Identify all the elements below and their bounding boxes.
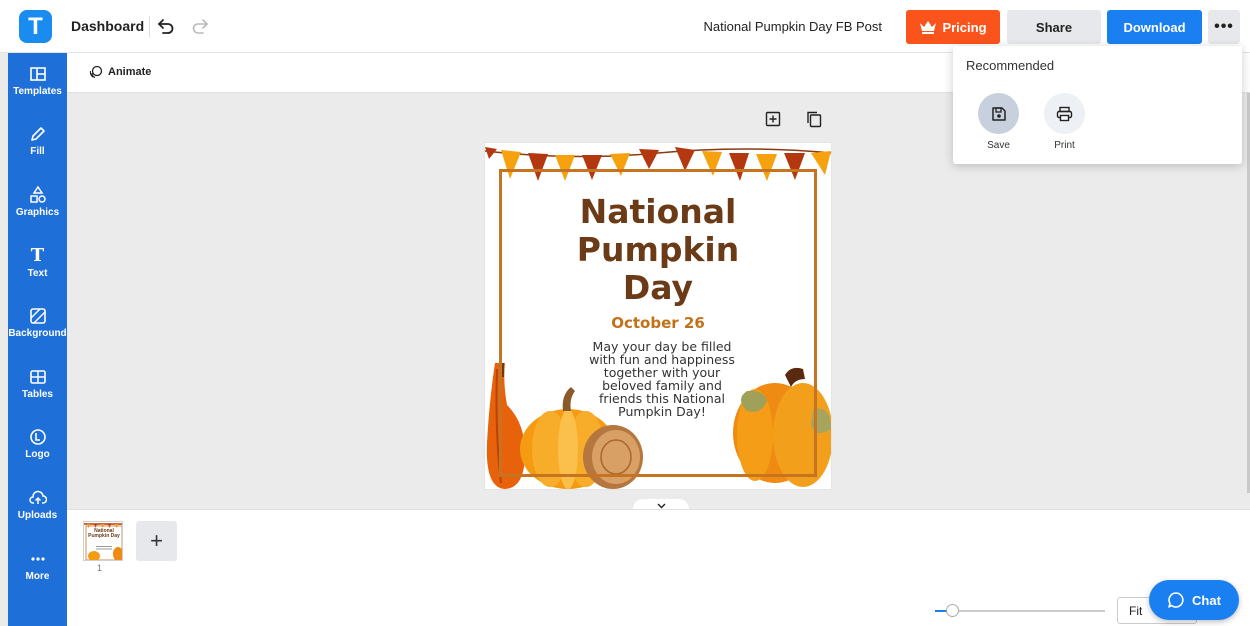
sidebar-item-more[interactable]: More bbox=[8, 550, 67, 605]
download-options-panel: Recommended Save Print bbox=[953, 46, 1242, 164]
pricing-label: Pricing bbox=[942, 19, 987, 35]
crown-icon bbox=[920, 21, 937, 34]
animate-button[interactable]: Animate bbox=[89, 65, 151, 79]
more-options-button[interactable]: ••• bbox=[1208, 10, 1240, 44]
pages-panel: National Pumpkin Day 1 + Fit bbox=[67, 509, 1250, 626]
add-page-icon[interactable] bbox=[764, 110, 782, 128]
sidebar-item-fill[interactable]: Fill bbox=[8, 125, 67, 180]
chat-bubble-icon bbox=[1168, 592, 1184, 608]
sidebar-item-tables[interactable]: Tables bbox=[8, 368, 67, 423]
sidebar-item-label: Graphics bbox=[15, 207, 60, 218]
download-button[interactable]: Download bbox=[1107, 10, 1202, 44]
background-icon bbox=[29, 308, 46, 324]
divider bbox=[149, 16, 150, 37]
save-icon bbox=[991, 106, 1006, 121]
print-button[interactable] bbox=[1044, 93, 1085, 134]
zoom-slider-handle[interactable] bbox=[946, 604, 959, 617]
animate-label: Animate bbox=[108, 66, 152, 78]
shapes-icon bbox=[29, 186, 46, 203]
table-icon bbox=[29, 370, 46, 384]
page-number: 1 bbox=[97, 563, 103, 573]
sidebar-item-logo[interactable]: Logo bbox=[8, 428, 67, 483]
save-label: Save bbox=[987, 140, 1010, 151]
sidebar-item-label: Uploads bbox=[17, 510, 58, 521]
sidebar-item-label: Background bbox=[8, 328, 67, 339]
save-option[interactable]: Save bbox=[978, 93, 1019, 151]
chat-button[interactable]: Chat bbox=[1149, 580, 1239, 620]
design-title-line: National bbox=[579, 192, 737, 231]
design-date[interactable]: October 26 bbox=[485, 314, 831, 332]
chat-label: Chat bbox=[1192, 592, 1221, 608]
logo-icon bbox=[29, 429, 46, 445]
sidebar-item-label: Fill bbox=[30, 146, 45, 157]
sidebar-item-label: Templates bbox=[13, 86, 62, 97]
pricing-button[interactable]: Pricing bbox=[906, 10, 1000, 44]
sidebar-item-templates[interactable]: Templates bbox=[8, 65, 67, 120]
sidebar-item-text[interactable]: T Text bbox=[8, 247, 67, 302]
share-button[interactable]: Share bbox=[1007, 10, 1101, 44]
sidebar-item-label: More bbox=[25, 571, 50, 582]
design-body-line: Pumpkin Day! bbox=[618, 404, 706, 419]
cloud-upload-icon bbox=[28, 490, 47, 504]
sidebar-item-background[interactable]: Background bbox=[8, 307, 67, 362]
pencil-icon bbox=[30, 127, 45, 141]
text-icon: T bbox=[30, 245, 45, 266]
animate-icon bbox=[89, 65, 103, 79]
redo-icon[interactable] bbox=[190, 15, 210, 37]
design-title-line: Pumpkin bbox=[576, 230, 740, 269]
design-body-text[interactable]: May your day be filled with fun and happ… bbox=[585, 340, 739, 418]
app-logo[interactable]: T bbox=[19, 10, 52, 43]
design-title[interactable]: National Pumpkin Day bbox=[485, 193, 831, 307]
document-title[interactable]: National Pumpkin Day FB Post bbox=[704, 19, 882, 34]
print-option[interactable]: Print bbox=[1044, 93, 1085, 151]
page-thumbnail[interactable]: National Pumpkin Day bbox=[83, 521, 123, 561]
sidebar-item-uploads[interactable]: Uploads bbox=[8, 489, 67, 544]
design-canvas[interactable]: National Pumpkin Day October 26 May your… bbox=[485, 143, 831, 489]
sidebar-item-label: Tables bbox=[22, 389, 53, 400]
dashboard-link[interactable]: Dashboard bbox=[71, 18, 144, 34]
thumbnail-title: National Pumpkin Day bbox=[88, 528, 120, 539]
sidebar-item-label: Text bbox=[27, 268, 48, 279]
sidebar: Templates Fill Graphics T Text Backgroun… bbox=[8, 53, 67, 626]
sidebar-item-graphics[interactable]: Graphics bbox=[8, 186, 67, 241]
templates-icon bbox=[29, 67, 46, 81]
print-label: Print bbox=[1054, 140, 1075, 151]
design-title-line: Day bbox=[622, 268, 694, 307]
print-icon bbox=[1056, 106, 1073, 121]
panel-title: Recommended bbox=[966, 58, 1055, 73]
add-page-button[interactable]: + bbox=[136, 521, 177, 561]
duplicate-page-icon[interactable] bbox=[805, 110, 823, 128]
zoom-slider[interactable] bbox=[935, 604, 1105, 617]
save-button[interactable] bbox=[978, 93, 1019, 134]
sidebar-item-label: Logo bbox=[25, 449, 50, 460]
more-dots-icon bbox=[30, 557, 45, 561]
undo-icon[interactable] bbox=[156, 15, 176, 37]
